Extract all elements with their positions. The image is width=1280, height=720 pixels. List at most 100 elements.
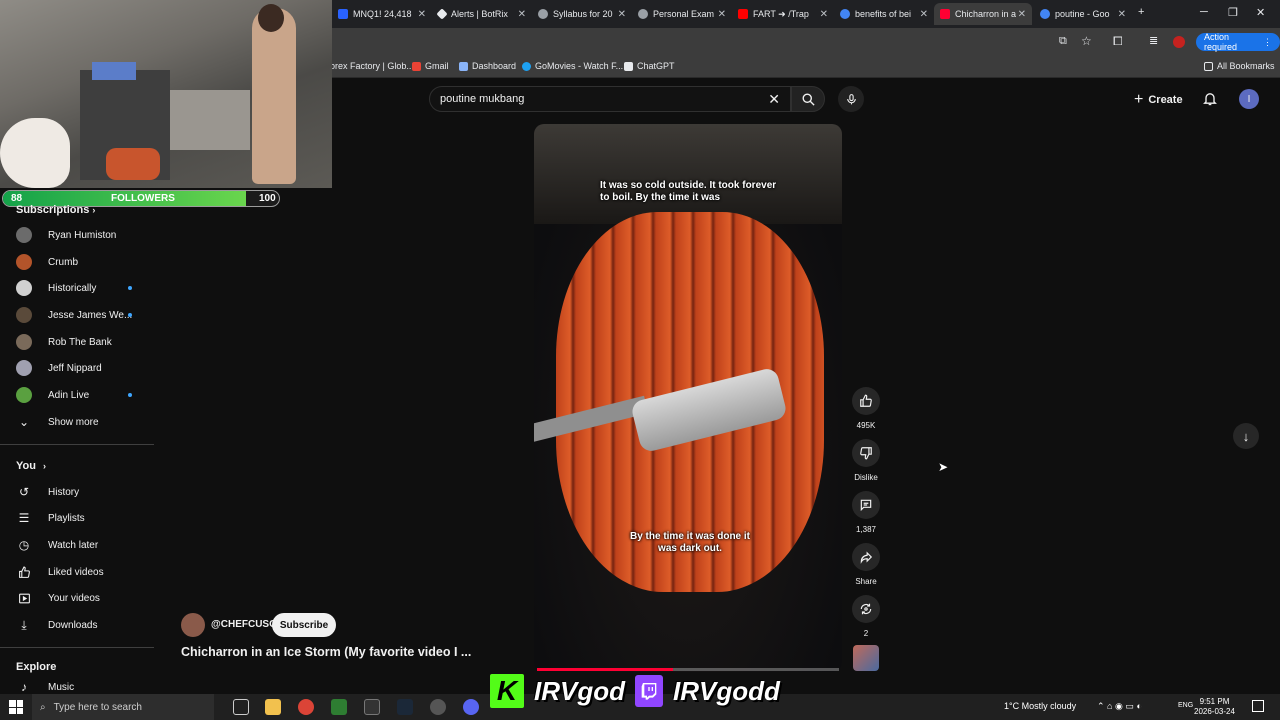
close-tab-icon[interactable]: ✕ — [820, 9, 828, 20]
browser-tab[interactable]: Syllabus for 20 ✕ — [532, 3, 632, 25]
search-query: poutine mukbang — [440, 93, 525, 105]
media-controls-icon[interactable]: ≣ — [1149, 34, 1158, 47]
tab-label: Chicharron in a — [955, 9, 1017, 19]
voice-search-button[interactable] — [838, 86, 864, 112]
comment-count: 1,387 — [855, 525, 877, 534]
plus-icon: + — [1134, 91, 1144, 108]
system-tray-icons[interactable]: ⌃ ⌂ ◉ ▭ ◐ — [1097, 701, 1142, 712]
sidebar-channel[interactable]: Adin Live — [16, 382, 146, 408]
video-title[interactable]: Chicharron in an Ice Storm (My favorite … — [181, 645, 481, 659]
browser-tab[interactable]: Personal Exam ✕ — [632, 3, 732, 25]
browser-tab[interactable]: Alerts | BotRix ✕ — [432, 3, 532, 25]
steam-icon[interactable] — [397, 699, 413, 715]
close-tab-icon[interactable]: ✕ — [618, 9, 626, 20]
create-button[interactable]: + Create — [1134, 91, 1183, 109]
close-window-icon[interactable]: ✕ — [1256, 6, 1265, 19]
weather-widget[interactable]: 1°C Mostly cloudy — [1004, 701, 1076, 711]
gomovies-icon — [522, 61, 531, 71]
bookmark-dashboard[interactable]: Dashboard — [459, 61, 516, 71]
browser-tab[interactable]: FART ➜ /Trap ✕ — [732, 3, 834, 25]
video-progress-bar[interactable] — [537, 668, 839, 671]
tab-label: Personal Exam — [653, 9, 715, 19]
language-indicator[interactable]: ENG — [1178, 702, 1193, 709]
bookmark-item[interactable]: orex Factory | Glob... — [330, 61, 414, 71]
sidebar-item-music[interactable]: ♪ Music — [16, 680, 146, 694]
sidebar-item-watch-later[interactable]: ◷ Watch later — [16, 532, 146, 558]
sidebar-channel[interactable]: Ryan Humiston — [16, 222, 146, 248]
tradingview-icon — [338, 9, 348, 19]
close-tab-icon[interactable]: ✕ — [718, 9, 726, 20]
bookmark-gomovies[interactable]: GoMovies - Watch F... — [522, 61, 623, 71]
settings-icon[interactable] — [430, 699, 446, 715]
browser-tab[interactable]: benefits of bei ✕ — [834, 3, 934, 25]
bookmark-chatgpt[interactable]: ChatGPT — [624, 61, 675, 71]
taskbar-clock[interactable]: 9:51 PM 2026-03-24 — [1194, 697, 1235, 717]
browser-tab[interactable]: poutine - Goo ✕ — [1034, 3, 1132, 25]
you-heading[interactable]: You › — [16, 460, 46, 472]
follower-goal-target: 100 — [259, 193, 276, 204]
taskbar-search-input[interactable]: ⌕ Type here to search — [32, 694, 214, 720]
sidebar-channel[interactable]: Crumb — [16, 249, 146, 275]
discord-icon[interactable] — [463, 699, 479, 715]
short-video-player[interactable]: It was so cold outside. It took forever … — [534, 124, 842, 672]
youtube-icon — [738, 9, 748, 19]
action-required-button[interactable]: Action required ⋮ — [1196, 32, 1280, 52]
sidebar-item-liked-videos[interactable]: Liked videos — [16, 559, 146, 585]
sidebar-channel[interactable]: Jeff Nippard — [16, 355, 146, 381]
search-button[interactable] — [791, 86, 825, 112]
sidebar-channel[interactable]: Rob The Bank — [16, 329, 146, 355]
new-tab-icon[interactable]: + — [1138, 6, 1144, 18]
windows-start-icon[interactable] — [9, 700, 23, 714]
app-icon[interactable] — [331, 699, 347, 715]
bookmark-star-icon[interactable]: ☆ — [1081, 34, 1092, 48]
chrome-icon[interactable] — [298, 699, 314, 715]
remix-button[interactable] — [852, 595, 880, 623]
search-input[interactable]: poutine mukbang ✕ — [429, 86, 791, 112]
account-avatar[interactable]: I — [1239, 89, 1259, 109]
sound-thumbnail[interactable] — [853, 645, 879, 671]
share-button[interactable] — [852, 543, 880, 571]
sidebar-channel[interactable]: Historically — [16, 275, 146, 301]
channel-handle[interactable]: @CHEFCUSO — [211, 619, 277, 630]
all-bookmarks[interactable]: All Bookmarks — [1204, 61, 1275, 71]
like-button[interactable] — [852, 387, 880, 415]
dashboard-icon — [459, 61, 468, 71]
show-more-label: Show more — [48, 416, 99, 428]
webcam-person-head — [258, 4, 284, 32]
channel-avatar[interactable] — [181, 613, 205, 637]
close-tab-icon[interactable]: ✕ — [920, 9, 928, 20]
sidebar-item-your-videos[interactable]: Your videos — [16, 585, 146, 611]
close-tab-icon[interactable]: ✕ — [1018, 9, 1026, 20]
dislike-button[interactable] — [852, 439, 880, 467]
minimize-icon[interactable]: ─ — [1200, 6, 1208, 18]
subscriptions-heading[interactable]: Subscriptions › — [16, 204, 95, 216]
close-tab-icon[interactable]: ✕ — [1118, 9, 1126, 20]
profile-alert-icon[interactable] — [1173, 36, 1185, 48]
subscribe-button[interactable]: Subscribe — [272, 613, 336, 637]
browser-tab-active[interactable]: Chicharron in a ✕ — [934, 3, 1032, 25]
clock-date: 2026-03-24 — [1194, 707, 1235, 716]
restore-icon[interactable]: ❐ — [1228, 6, 1238, 19]
clear-search-icon[interactable]: ✕ — [768, 91, 780, 108]
bookmark-gmail[interactable]: Gmail — [412, 61, 449, 71]
browser-tab[interactable]: MNQ1! 24,418 ✕ — [332, 3, 432, 25]
close-tab-icon[interactable]: ✕ — [518, 9, 526, 20]
sidebar-channel[interactable]: Jesse James We... — [16, 302, 146, 328]
epic-games-icon[interactable] — [364, 699, 380, 715]
close-tab-icon[interactable]: ✕ — [418, 9, 426, 20]
notifications-icon[interactable] — [1252, 700, 1264, 712]
channel-avatar — [16, 360, 32, 376]
install-app-icon[interactable]: ⧉ — [1059, 35, 1067, 48]
extensions-icon[interactable]: ⧠ — [1113, 34, 1123, 49]
bookmark-label: Dashboard — [472, 61, 517, 71]
comments-button[interactable] — [852, 491, 880, 519]
notifications-button[interactable] — [1202, 90, 1218, 112]
sidebar-item-history[interactable]: ↺ History — [16, 479, 146, 505]
show-more-button[interactable]: ⌄ Show more — [16, 409, 146, 435]
sidebar-item-playlists[interactable]: ☰ Playlists — [16, 505, 146, 531]
clock-time: 9:51 PM — [1199, 697, 1230, 706]
sidebar-item-downloads[interactable]: ⤓ Downloads — [16, 612, 146, 638]
file-explorer-icon[interactable] — [265, 699, 281, 715]
task-view-icon[interactable] — [233, 699, 249, 715]
next-video-button[interactable]: ↓ — [1233, 423, 1259, 449]
